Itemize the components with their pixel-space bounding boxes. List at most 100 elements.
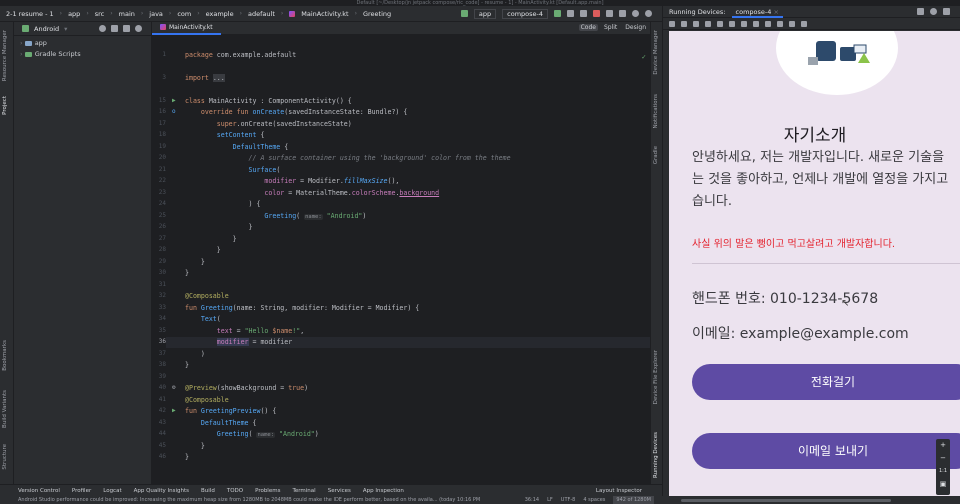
history-icon[interactable]	[789, 20, 795, 27]
terminal-tab[interactable]: Terminal	[292, 488, 315, 494]
breadcrumb-src[interactable]: src	[95, 10, 105, 18]
services-tab[interactable]: Services	[328, 488, 351, 494]
check-icon: ✓	[641, 53, 646, 61]
resource-manager-tab[interactable]: Resource Manager	[2, 30, 8, 81]
home-icon[interactable]	[741, 20, 747, 27]
running-devices-tab[interactable]: Running Devices	[653, 432, 659, 478]
overview-icon[interactable]	[753, 20, 759, 27]
memory-indicator[interactable]: 942 of 1280M	[613, 496, 654, 504]
zoom-in-button[interactable]: +	[936, 439, 950, 452]
power-icon[interactable]	[669, 20, 675, 27]
new-tab-icon[interactable]	[917, 8, 924, 15]
logcat-tab[interactable]: Logcat	[103, 488, 121, 494]
more-icon[interactable]	[801, 20, 807, 27]
design-view-button[interactable]: Design	[623, 24, 648, 31]
locate-icon[interactable]	[99, 25, 106, 32]
breadcrumb-app[interactable]: app	[68, 10, 80, 18]
run-gutter-icon[interactable]: ▶	[172, 97, 176, 104]
profile-icon[interactable]	[580, 10, 587, 17]
app-quality-insights-tab[interactable]: App Quality Insights	[134, 488, 189, 494]
left-tool-strip: Resource Manager Project Bookmarks Build…	[0, 22, 14, 484]
preview-gear-icon[interactable]: ⚙	[172, 384, 176, 391]
gear-icon[interactable]	[135, 25, 142, 32]
rotate-left-icon[interactable]	[705, 20, 711, 27]
volume-up-icon[interactable]	[681, 20, 687, 27]
send-email-button[interactable]: 이메일 보내기	[692, 433, 960, 469]
zoom-controls: + − 1:1 ▣	[936, 439, 950, 495]
collapse-all-icon[interactable]	[123, 25, 130, 32]
expand-all-icon[interactable]	[111, 25, 118, 32]
red-note: 사실 위의 말은 뻥이고 먹고살려고 개발자합니다.	[692, 239, 896, 250]
status-message[interactable]: Android Studio performance could be impr…	[18, 497, 480, 503]
editor-tabs: MainActivity.kt Code Split Design	[152, 22, 650, 35]
notifications-tab[interactable]: Notifications	[653, 94, 659, 128]
build-tab[interactable]: Build	[201, 488, 215, 494]
fit-screen-icon[interactable]: ▣	[936, 478, 950, 491]
run-config-select[interactable]: app	[473, 8, 497, 19]
project-tab[interactable]: Project	[2, 96, 8, 115]
breadcrumb-file[interactable]: MainActivity.kt	[301, 10, 348, 18]
breadcrumb-java[interactable]: java	[149, 10, 163, 18]
screen-record-icon[interactable]	[777, 20, 783, 27]
preview-run-icon[interactable]: ▶	[172, 407, 176, 414]
gear-icon[interactable]	[930, 8, 937, 15]
minimize-icon[interactable]	[943, 8, 950, 15]
gear-icon[interactable]	[645, 10, 652, 17]
breadcrumb-example[interactable]: example	[206, 10, 234, 18]
indent-setting[interactable]: 4 spaces	[583, 496, 605, 504]
project-view-select[interactable]: Android	[34, 25, 59, 33]
back-icon[interactable]	[729, 20, 735, 27]
emulator-screen[interactable]: 자기소개 안녕하세요, 저는 개발자입니다. 새로운 기술을 는 것을 좋아하고…	[669, 31, 960, 496]
zoom-out-button[interactable]: −	[936, 452, 950, 465]
rotate-right-icon[interactable]	[717, 20, 723, 27]
override-gutter-icon[interactable]: o	[172, 108, 176, 115]
line-separator[interactable]: LF	[547, 496, 553, 504]
file-encoding[interactable]: UTF-8	[561, 496, 576, 504]
screenshot-icon[interactable]	[765, 20, 771, 27]
navigation-bar: 2-1 resume - 1 › app › src › main › java…	[0, 6, 662, 22]
page-title: 자기소개	[783, 126, 847, 146]
run-icon[interactable]	[554, 10, 561, 17]
profiler-tab[interactable]: Profiler	[72, 488, 91, 494]
breadcrumb-adefault[interactable]: adefault	[248, 10, 275, 18]
volume-down-icon[interactable]	[693, 20, 699, 27]
device-file-explorer-tab[interactable]: Device File Explorer	[653, 350, 659, 404]
app-inspection-tab[interactable]: App Inspection	[363, 488, 404, 494]
code-editor[interactable]: 1 3 15 16 17 18 19 20 21 22 23 24 25 26 …	[152, 35, 650, 484]
tab-mainactivity[interactable]: MainActivity.kt	[152, 22, 221, 35]
tree-item-app[interactable]: › app	[20, 38, 151, 49]
avd-manager-icon[interactable]	[619, 10, 626, 17]
todo-tab[interactable]: TODO	[227, 488, 243, 494]
tree-item-gradle-scripts[interactable]: › Gradle Scripts	[20, 49, 151, 60]
running-devices-panel: Running Devices: compose-4 × 자기소개 안녕하세요,…	[662, 6, 960, 502]
structure-tab[interactable]: Structure	[2, 444, 8, 470]
code-view-button[interactable]: Code	[578, 24, 598, 31]
divider	[692, 263, 960, 264]
breadcrumb-project[interactable]: 2-1 resume - 1	[6, 10, 54, 18]
search-icon[interactable]	[632, 10, 639, 17]
stop-icon[interactable]	[593, 10, 600, 17]
device-manager-tab[interactable]: Device Manager	[653, 30, 659, 75]
problems-tab[interactable]: Problems	[255, 488, 280, 494]
folder-icon	[24, 40, 32, 46]
call-button[interactable]: 전화걸기	[692, 364, 960, 400]
device-tab[interactable]: compose-4 ×	[731, 6, 783, 18]
debug-icon[interactable]	[567, 10, 574, 17]
version-control-tab[interactable]: Version Control	[18, 488, 60, 494]
sync-icon[interactable]	[606, 10, 613, 17]
zoom-actual-size-button[interactable]: 1:1	[936, 465, 950, 478]
kotlin-file-icon	[289, 10, 296, 17]
cursor-position[interactable]: 36:14	[525, 496, 539, 504]
layout-inspector-tab[interactable]: Layout Inspector	[596, 488, 642, 494]
bookmarks-tab[interactable]: Bookmarks	[2, 340, 8, 371]
split-view-button[interactable]: Split	[602, 24, 619, 31]
hammer-icon[interactable]	[460, 10, 468, 17]
breadcrumb-main[interactable]: main	[119, 10, 135, 18]
gradle-tab[interactable]: Gradle	[653, 146, 659, 164]
intro-line-1: 안녕하세요, 저는 개발자입니다. 새로운 기술을	[692, 150, 945, 165]
device-select[interactable]: compose-4	[502, 8, 548, 19]
breadcrumb-function[interactable]: Greeting	[363, 10, 391, 18]
horizontal-scrollbar[interactable]	[681, 499, 891, 502]
build-variants-tab[interactable]: Build Variants	[2, 390, 8, 428]
breadcrumb-com[interactable]: com	[177, 10, 191, 18]
